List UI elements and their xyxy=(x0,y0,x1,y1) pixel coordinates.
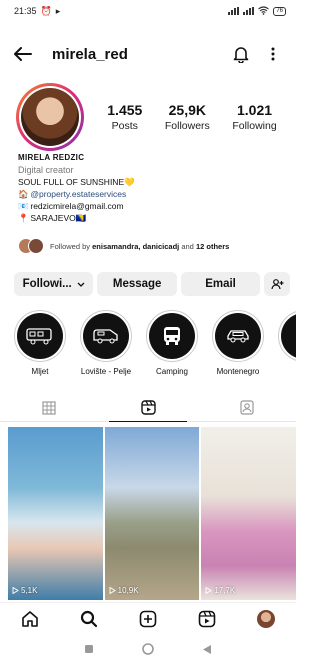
profile-username: mirela_red xyxy=(52,45,128,63)
bus-icon xyxy=(164,327,180,345)
pin-icon: 📍 xyxy=(18,213,29,223)
nav-reels[interactable] xyxy=(193,605,221,633)
highlight-label: Montenegro xyxy=(216,367,260,376)
stat-followers-label: Followers xyxy=(164,120,210,132)
reels-icon xyxy=(140,400,156,415)
highlight-label: Lovište - Pelje xyxy=(80,367,132,376)
system-navigation xyxy=(0,634,296,664)
battery-icon: 76 xyxy=(273,6,286,16)
notifications-button[interactable] xyxy=(230,43,252,65)
grid-icon xyxy=(42,400,56,415)
followed-by-others: 12 others xyxy=(195,241,230,251)
car-icon xyxy=(227,330,249,343)
profile-actions: Followi... Message Email xyxy=(14,272,291,296)
highlight-camping[interactable]: Camping xyxy=(144,310,200,376)
reel-thumbnail[interactable]: 5,1K xyxy=(8,427,103,600)
suggested-users-button[interactable] xyxy=(264,272,291,296)
reel-views: 10,9K xyxy=(117,586,139,595)
nav-search[interactable] xyxy=(75,605,103,633)
reel-views: 17,7K xyxy=(214,586,236,595)
play-icon xyxy=(109,587,116,594)
profile-stats: 1.455 Posts 25,9K Followers 1.021 Follow… xyxy=(96,102,288,132)
profile-bio: MIRELA REDZIC Digital creator SOUL FULL … xyxy=(18,152,288,224)
house-icon: 🏠 xyxy=(18,189,29,199)
play-icon: ▸ xyxy=(55,5,61,16)
bio-location: SARAJEVO🇧🇦 xyxy=(30,213,87,223)
stat-following-value: 1.021 xyxy=(237,102,273,118)
stat-posts-label: Posts xyxy=(111,120,138,132)
status-bar: 21:35 ⏰ ▸ 76 xyxy=(0,0,296,22)
highlight-label: Mljet xyxy=(31,367,49,376)
reels-grid: 5,1K 10,9K 17,7K xyxy=(8,427,297,600)
profile-summary: 1.455 Posts 25,9K Followers 1.021 Follow… xyxy=(16,82,288,152)
profile-avatar[interactable] xyxy=(16,83,84,151)
mail-icon: 📧 xyxy=(18,201,29,211)
more-options-button[interactable] xyxy=(262,43,284,65)
home-circle-icon[interactable] xyxy=(142,643,154,655)
bottom-navigation xyxy=(0,602,296,634)
camper-van-icon xyxy=(26,328,52,345)
followed-by-and: and xyxy=(181,241,194,251)
reels-icon xyxy=(198,610,216,627)
plus-square-icon xyxy=(139,610,157,627)
status-time: 21:35 xyxy=(14,6,37,16)
signal-icon-2 xyxy=(243,7,255,15)
avatar-image xyxy=(21,88,79,146)
stat-followers[interactable]: 25,9K Followers xyxy=(165,102,210,132)
stat-following-label: Following xyxy=(232,120,277,132)
profile-header: mirela_red xyxy=(0,36,296,72)
arrow-left-icon xyxy=(14,47,32,61)
bell-icon xyxy=(233,46,249,63)
back-button[interactable] xyxy=(12,43,34,65)
stat-followers-value: 25,9K xyxy=(168,102,206,118)
home-icon xyxy=(21,610,38,627)
chevron-down-icon xyxy=(77,282,85,287)
search-icon xyxy=(80,610,97,627)
back-triangle-icon[interactable] xyxy=(202,644,212,655)
recent-apps-icon[interactable] xyxy=(84,644,94,654)
highlight-loviste[interactable]: Lovište - Pelje xyxy=(78,310,134,376)
wifi-icon xyxy=(258,5,270,17)
highlight-partial[interactable] xyxy=(276,310,296,376)
tagged-icon xyxy=(240,400,254,415)
tab-reels[interactable] xyxy=(99,394,198,422)
following-label: Followi... xyxy=(22,278,72,290)
following-button[interactable]: Followi... xyxy=(14,272,94,296)
bio-category: Digital creator xyxy=(18,165,74,175)
stat-posts-value: 1.455 xyxy=(107,102,143,118)
profile-avatar-icon xyxy=(257,609,276,628)
nav-create[interactable] xyxy=(134,605,162,633)
stat-posts[interactable]: 1.455 Posts xyxy=(107,102,142,132)
message-button[interactable]: Message xyxy=(97,272,177,296)
stat-following[interactable]: 1.021 Following xyxy=(232,102,276,132)
reel-views: 5,1K xyxy=(21,586,38,595)
bio-property-link[interactable]: @property.estateservices xyxy=(30,189,126,199)
follower-avatar xyxy=(28,238,44,254)
alarm-icon: ⏰ xyxy=(40,5,52,16)
bio-name: MIRELA REDZIC xyxy=(18,153,85,162)
nav-home[interactable] xyxy=(16,605,44,633)
tab-posts-grid[interactable] xyxy=(0,394,99,421)
followed-by-prefix: Followed by xyxy=(50,241,91,251)
tab-tagged[interactable] xyxy=(197,394,296,421)
signal-icon xyxy=(228,7,240,15)
bio-email[interactable]: redzicmirela@gmail.com xyxy=(30,201,123,211)
highlight-montenegro[interactable]: Montenegro xyxy=(210,310,266,376)
add-person-icon xyxy=(271,278,284,289)
content-tabs xyxy=(0,394,296,422)
highlight-label: Camping xyxy=(155,367,188,376)
followed-by-names: enisamandra, danicicadj xyxy=(92,241,180,251)
highlight-mljet[interactable]: Mljet xyxy=(12,310,68,376)
nav-profile[interactable] xyxy=(252,605,280,633)
van-icon xyxy=(93,329,118,344)
bio-tagline: SOUL FULL OF SUNSHINE💛 xyxy=(18,177,135,187)
email-button[interactable]: Email xyxy=(180,272,261,296)
story-highlights: Mljet Lovište - Pelje Camping Montenegro xyxy=(12,310,296,376)
followed-by[interactable]: Followed by enisamandra, danicicadj and … xyxy=(18,238,229,254)
reel-thumbnail[interactable]: 10,9K xyxy=(104,427,200,600)
play-icon xyxy=(12,587,19,594)
more-vertical-icon xyxy=(271,47,275,61)
play-icon xyxy=(205,587,213,594)
reel-thumbnail[interactable]: 17,7K xyxy=(201,427,297,600)
